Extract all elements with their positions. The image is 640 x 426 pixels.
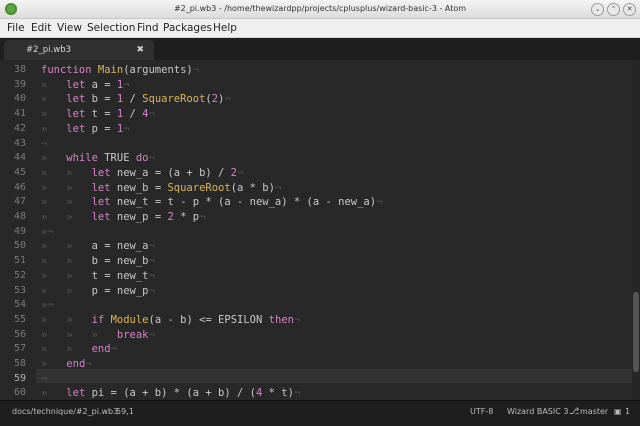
line-number: 48 xyxy=(13,211,26,222)
close-window-button[interactable]: ✕ xyxy=(623,3,636,16)
code-line: » » let new_p = 2 * p¬ xyxy=(41,211,206,223)
code-line: » » end¬ xyxy=(41,343,117,356)
line-number: 49 xyxy=(13,225,26,237)
line-number: 57 xyxy=(13,343,26,355)
status-bar: docs/technique/#2_pi.wb3 59,1 UTF-8 Wiza… xyxy=(0,400,640,426)
title-bar: #2_pi.wb3 - /home/thewizardpp/projects/c… xyxy=(0,0,640,19)
code-line: » » let new_t = t - p * (a - new_a) * (a… xyxy=(41,196,383,209)
line-number: 52 xyxy=(13,269,26,281)
code-line: » let t = 1 / 4¬ xyxy=(41,108,155,121)
git-branch-icon: ⎇ xyxy=(569,407,580,417)
code-area[interactable]: function Main(arguments)¬ » let a = 1¬ »… xyxy=(41,60,626,400)
code-line: » while TRUE do¬ xyxy=(41,152,155,165)
line-number: 54 xyxy=(13,299,26,311)
line-number: 44 xyxy=(13,152,26,164)
code-line: » » b = new_b¬ xyxy=(41,255,155,268)
code-line: » let a = 1¬ xyxy=(41,78,130,91)
code-line: ¬ xyxy=(41,137,48,150)
code-line: »¬ xyxy=(41,225,54,238)
line-number: 46 xyxy=(13,181,26,193)
menu-packages[interactable]: Packages xyxy=(163,19,212,37)
code-line: » let b = 1 / SquareRoot(2)¬ xyxy=(41,93,231,106)
menu-view[interactable]: View xyxy=(57,19,82,37)
line-number: 53 xyxy=(13,284,26,296)
status-git-branch[interactable]: master xyxy=(580,401,608,423)
line-number: 40 xyxy=(13,93,26,105)
menu-edit[interactable]: Edit xyxy=(31,19,51,37)
code-line: function Main(arguments)¬ xyxy=(41,64,200,76)
code-line: » » a = new_a¬ xyxy=(41,240,155,253)
maximize-button[interactable]: ⌃ xyxy=(607,3,620,16)
line-number: 42 xyxy=(13,122,26,134)
code-line: » let p = 1¬ xyxy=(41,122,130,135)
code-line: » » let new_a = (a + b) / 2¬ xyxy=(41,166,244,179)
scrollbar-thumb[interactable] xyxy=(633,292,639,372)
code-line: » » t = new_t¬ xyxy=(41,269,155,282)
line-number: 38 xyxy=(13,64,26,75)
minimize-button[interactable]: ⌄ xyxy=(591,3,604,16)
line-number-gutter: 38 39 40 41 42 43 44 45 46 47 48 49 50 5… xyxy=(0,60,36,400)
tab-close-icon[interactable]: ✖ xyxy=(136,40,144,60)
code-line: » » p = new_p¬ xyxy=(41,284,155,297)
status-file-path[interactable]: docs/technique/#2_pi.wb3 xyxy=(12,401,118,423)
line-number: 56 xyxy=(13,328,26,340)
line-number: 43 xyxy=(13,137,26,149)
menu-find[interactable]: Find xyxy=(137,19,159,37)
menu-help[interactable]: Help xyxy=(213,19,237,37)
code-line: » let pi = (a + b) * (a + b) / (4 * t)¬ xyxy=(41,387,301,400)
vertical-scrollbar[interactable] xyxy=(632,60,640,400)
code-line: » » » break¬ xyxy=(41,328,155,341)
line-number: 60 xyxy=(13,387,26,399)
line-number: 58 xyxy=(13,358,26,369)
editor-pane[interactable]: 38 39 40 41 42 43 44 45 46 47 48 49 50 5… xyxy=(0,60,640,400)
code-line: » » if Module(a - b) <= EPSILON then¬ xyxy=(41,313,301,326)
line-number: 50 xyxy=(13,240,26,252)
tab-2-pi-wb3[interactable]: #2_pi.wb3 ✖ xyxy=(4,40,154,60)
status-updates-count: 1 xyxy=(625,407,631,416)
menu-bar: File Edit View Selection Find Packages H… xyxy=(0,19,640,38)
line-number-current: 59 xyxy=(13,372,26,384)
line-number: 41 xyxy=(13,108,26,120)
line-number: 47 xyxy=(13,196,26,208)
line-number: 55 xyxy=(13,313,26,325)
code-line: » » let new_b = SquareRoot(a * b)¬ xyxy=(41,181,282,194)
updates-icon[interactable]: ▣ xyxy=(614,401,622,423)
status-cursor-position[interactable]: 59,1 xyxy=(116,401,134,423)
tab-bar: #2_pi.wb3 ✖ xyxy=(0,38,640,61)
line-number: 39 xyxy=(13,78,26,90)
menu-selection[interactable]: Selection xyxy=(87,19,135,37)
status-encoding[interactable]: UTF-8 xyxy=(470,401,493,423)
status-grammar[interactable]: Wizard BASIC 3 xyxy=(507,401,568,423)
code-line-current: ¬ xyxy=(41,372,48,385)
window-title: #2_pi.wb3 - /home/thewizardpp/projects/c… xyxy=(173,4,467,13)
tab-title: #2_pi.wb3 xyxy=(26,45,71,55)
line-number: 45 xyxy=(13,166,26,178)
code-line: »¬ xyxy=(41,299,54,312)
code-line: » end¬ xyxy=(41,358,92,370)
line-number: 51 xyxy=(13,255,26,267)
menu-file[interactable]: File xyxy=(7,19,25,37)
